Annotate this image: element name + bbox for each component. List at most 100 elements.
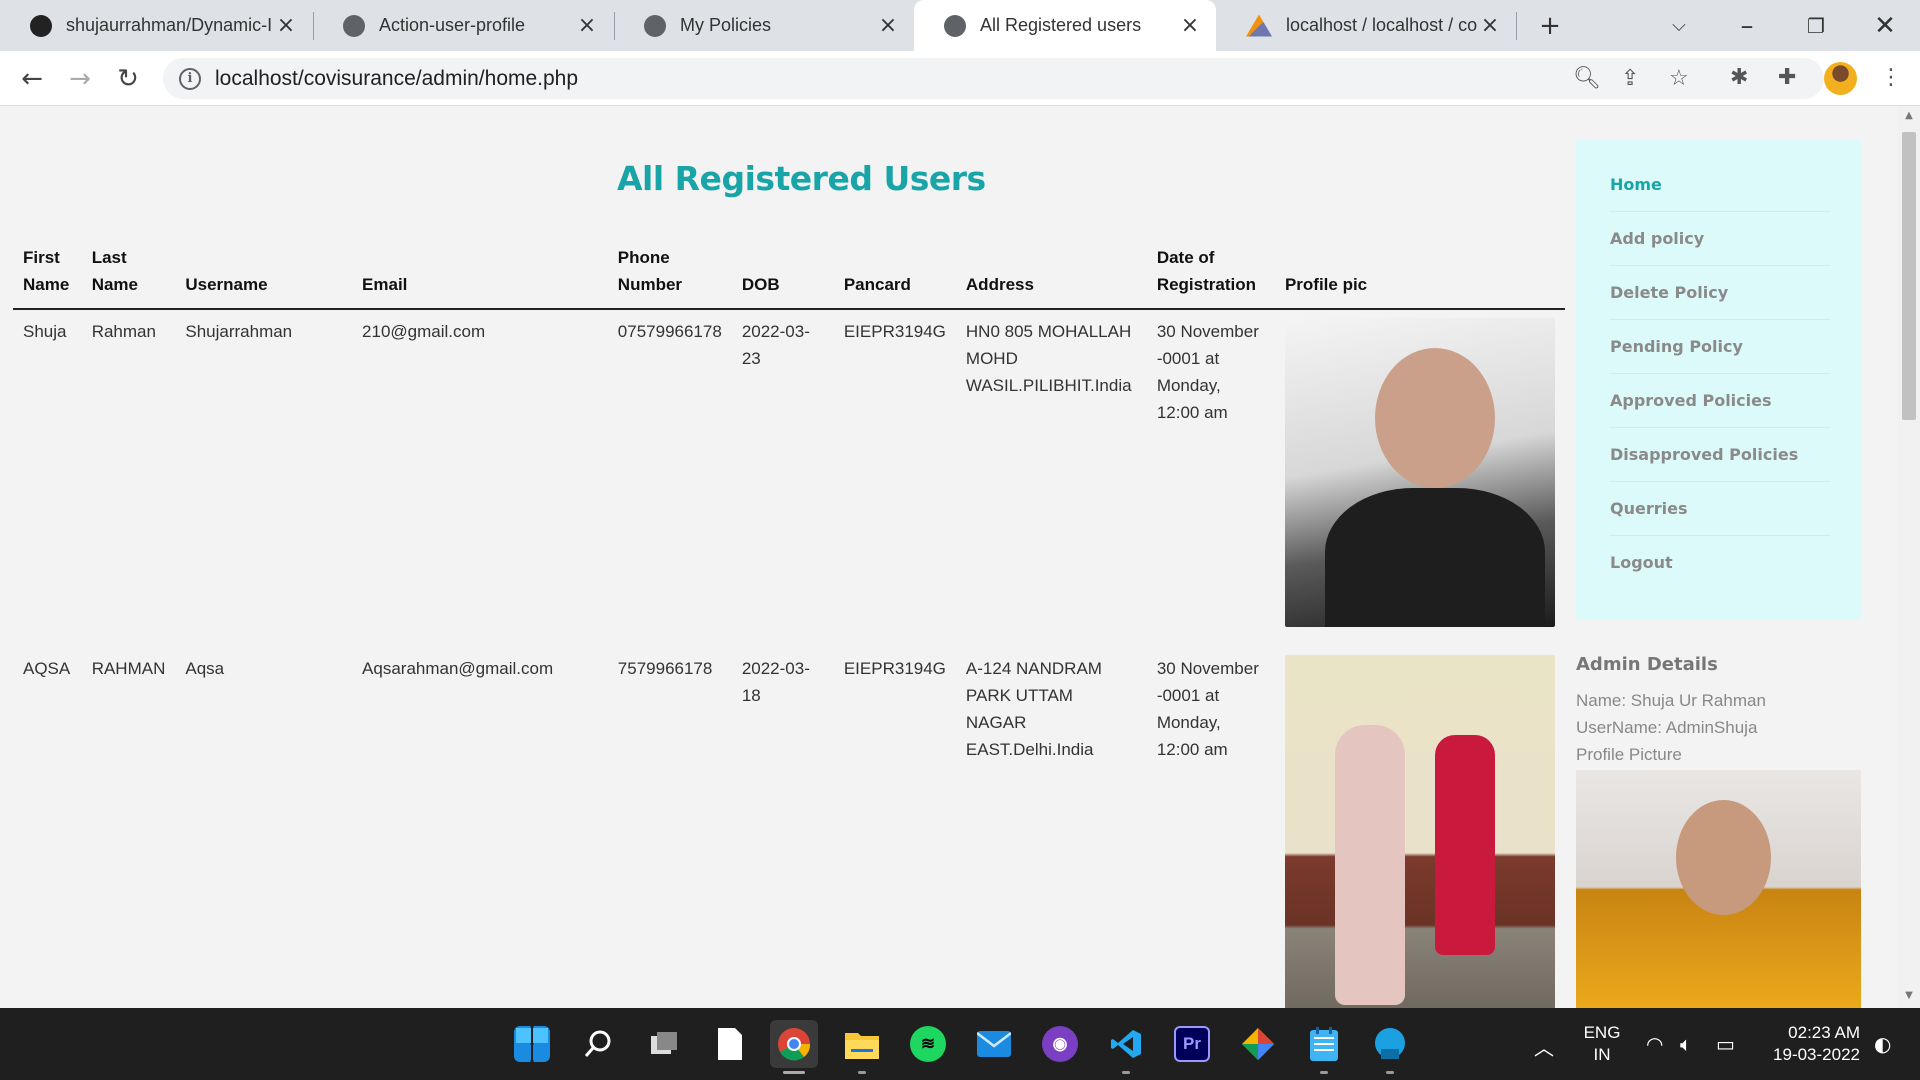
admin-username: UserName: AdminShuja [1576,718,1758,737]
col-last-name: Last Name [81,236,176,310]
taskbar-notepad-doc[interactable] [706,1020,754,1068]
cell-first-name: Shuja [23,322,67,341]
battery-icon[interactable]: ▭ [1716,1032,1735,1056]
col-email: Email [352,236,608,310]
task-view-button[interactable] [640,1020,688,1068]
tab-phpmyadmin[interactable]: localhost / localhost / co × [1216,0,1516,51]
tab-title: Action-user-profile [379,15,526,35]
minimize-button[interactable]: – [1724,0,1770,51]
close-window-button[interactable]: ✕ [1862,0,1908,51]
address-bar[interactable]: i localhost/covisurance/admin/home.php 🔍… [163,58,1824,99]
cell-date-registration: 30 November -0001 at Monday, 12:00 am [1156,322,1259,422]
wifi-icon[interactable]: ◠ [1646,1032,1663,1056]
page-viewport: All Registered Users First Name Last Nam… [0,106,1898,1008]
nav-home[interactable]: Home [1610,158,1830,212]
browser-toolbar: ← → ↻ i localhost/covisurance/admin/home… [0,51,1920,106]
close-icon[interactable]: × [575,13,599,38]
tab-title: My Policies [680,15,772,35]
cell-address: A-124 NANDRAM PARK UTTAM NAGAR EAST.Delh… [965,659,1102,759]
cell-profile-pic [1275,647,1565,1008]
scroll-up-arrow-icon[interactable]: ▲ [1898,110,1920,121]
table-row: Shuja Rahman Shujarrahman 210@gmail.com … [13,309,1565,647]
taskbar-spotify[interactable]: ≋ [904,1020,952,1068]
admin-details: Admin Details Name: Shuja Ur Rahman User… [1576,654,1861,1008]
taskbar-git-app[interactable] [1234,1020,1282,1068]
col-username: Username [175,236,353,310]
extensions-puzzle-icon[interactable]: ✚ [1778,65,1796,90]
cell-phone: 7579966178 [617,659,713,678]
forward-button[interactable]: → [62,61,98,97]
zoom-icon[interactable]: 🔍︎ [1573,66,1601,91]
nav-queries[interactable]: Querries [1610,482,1830,536]
running-indicator [1386,1071,1394,1074]
tab-title: All Registered users [980,15,1142,35]
taskbar-notepad[interactable] [1300,1020,1348,1074]
start-button[interactable] [508,1020,556,1068]
taskbar-file-explorer[interactable] [838,1020,886,1074]
github-icon: ◉ [1042,1026,1078,1062]
tab-github[interactable]: shujaurrahman/Dynamic-I × [0,0,312,51]
clock[interactable]: 02:23 AM 19-03-2022 [1756,1022,1860,1066]
close-icon[interactable]: × [876,13,900,38]
nav-disapproved-policies[interactable]: Disapproved Policies [1610,428,1830,482]
bookmark-star-icon[interactable]: ☆ [1669,66,1689,91]
globe-icon [644,14,666,37]
nav-approved-policies[interactable]: Approved Policies [1610,374,1830,428]
col-pancard: Pancard [833,236,956,310]
search-icon [580,1026,616,1062]
cell-last-name: Rahman [91,322,156,341]
taskbar-vscode[interactable] [1102,1020,1150,1074]
tab-search-button[interactable]: ⌵ [1656,0,1702,51]
nav-pending-policy[interactable]: Pending Policy [1610,320,1830,374]
admin-details-heading: Admin Details [1576,654,1718,675]
taskbar-chrome[interactable] [770,1020,818,1074]
mail-icon [976,1026,1012,1062]
tab-all-registered-users[interactable]: All Registered users × [914,0,1216,51]
nav-logout[interactable]: Logout [1610,536,1830,590]
region-code: IN [1593,1045,1611,1064]
table-header-row: First Name Last Name Username Email Phon… [13,236,1565,310]
nav-add-policy[interactable]: Add policy [1610,212,1830,266]
running-indicator [858,1071,866,1074]
page-title: All Registered Users [617,159,986,198]
new-tab-button[interactable]: + [1527,0,1573,51]
info-icon[interactable]: i [179,67,201,90]
restore-button[interactable]: ❐ [1793,0,1839,51]
spotify-icon: ≋ [910,1026,946,1062]
close-icon[interactable]: × [1178,13,1202,38]
taskbar-github-desktop[interactable]: ◉ [1036,1020,1084,1068]
cell-dob: 2022-03-23 [741,322,810,368]
close-icon[interactable]: × [1478,13,1502,38]
scroll-down-arrow-icon[interactable]: ▼ [1898,990,1920,1001]
search-button[interactable] [574,1020,622,1068]
cell-first-name: AQSA [23,659,71,678]
notifications-icon[interactable]: ◐ [1874,1032,1891,1056]
back-button[interactable]: ← [14,61,50,97]
tab-action-user-profile[interactable]: Action-user-profile × [313,0,613,51]
taskbar-mail[interactable] [970,1020,1018,1068]
bug-extension-icon[interactable]: ✱ [1730,65,1748,90]
volume-icon[interactable]: 🔈︎ [1680,1032,1692,1056]
globe-icon [944,14,966,37]
share-icon[interactable]: ⇪ [1621,66,1639,91]
show-hidden-icons-chevron-icon[interactable]: ︿ [1534,1032,1554,1061]
language-indicator[interactable]: ENG IN [1578,1022,1626,1066]
nav-delete-policy[interactable]: Delete Policy [1610,266,1830,320]
url-text[interactable]: localhost/covisurance/admin/home.php [215,67,578,91]
taskbar-edge-app[interactable] [1366,1020,1414,1074]
tab-my-policies[interactable]: My Policies × [614,0,914,51]
vscode-icon [1108,1026,1144,1062]
col-phone: Phone Number [607,236,732,310]
taskbar-premiere-pro[interactable]: Pr [1168,1020,1216,1068]
reload-button[interactable]: ↻ [110,61,146,97]
running-indicator [783,1071,805,1074]
profile-avatar[interactable] [1824,62,1857,95]
scrollbar-thumb[interactable] [1902,132,1916,420]
more-menu-icon[interactable]: ⋮ [1880,65,1902,90]
close-icon[interactable]: × [274,13,298,38]
document-icon [712,1026,748,1062]
cell-pancard: EIEPR3194G [843,659,946,678]
page-scrollbar[interactable]: ▲ ▼ [1898,106,1920,1008]
admin-picture-label: Profile Picture [1576,745,1682,764]
cell-email: 210@gmail.com [362,322,486,341]
